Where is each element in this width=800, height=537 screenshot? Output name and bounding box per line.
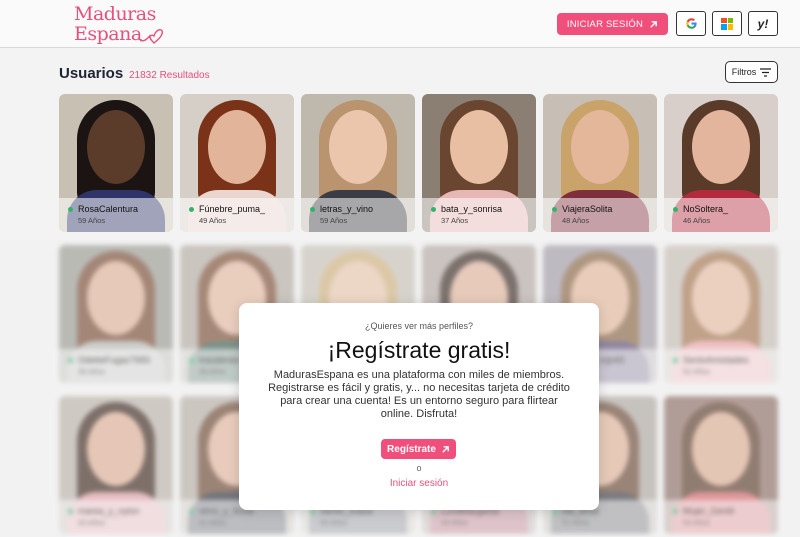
user-card[interactable]: Fúnebre_puma_ 49 Años — [180, 94, 294, 232]
online-dot-icon — [189, 206, 194, 212]
user-name: bata_y_sonrisa — [441, 204, 503, 214]
register-button[interactable]: Regístrate — [381, 439, 456, 459]
online-dot-icon — [552, 206, 557, 212]
user-age: 49 Años — [199, 216, 227, 225]
google-icon — [685, 18, 697, 29]
register-label: Regístrate — [387, 443, 436, 455]
login-label: INICIAR SESIÓN — [566, 18, 644, 30]
arrow-up-right-icon — [442, 445, 449, 453]
user-age: 59 Años — [78, 216, 106, 225]
user-name-row: ViajeraSolita — [552, 204, 657, 214]
page-title: Usuarios — [59, 65, 124, 82]
photo-face — [692, 110, 750, 184]
user-info: ViajeraSolita 48 Años — [543, 198, 657, 232]
filter-icon — [760, 67, 772, 77]
user-name-row: RosaCalentura — [68, 204, 173, 214]
user-name: NoSoltera_ — [683, 204, 729, 214]
user-info: letras_y_vino 59 Años — [301, 198, 415, 232]
heart-icon — [139, 29, 164, 44]
user-card[interactable]: ViajeraSolita 48 Años — [543, 94, 657, 232]
modal-question: ¿Quieres ver más perfiles? — [364, 321, 474, 331]
modal-description: MadurasEspana es una plataforma con mile… — [268, 369, 570, 420]
logo-line-2: Espana — [74, 23, 142, 45]
user-info: RosaCalentura 59 Años — [59, 198, 173, 232]
yahoo-login-button[interactable]: y! — [748, 11, 778, 36]
yahoo-icon: y! — [757, 16, 769, 31]
user-info: Fúnebre_puma_ 49 Años — [180, 198, 294, 232]
user-card[interactable]: NoSoltera_ 46 Años — [664, 94, 778, 232]
user-name-row: Fúnebre_puma_ — [189, 204, 294, 214]
photo-face — [329, 110, 387, 184]
user-name-row: letras_y_vino — [310, 204, 415, 214]
user-card[interactable]: RosaCalentura 59 Años — [59, 94, 173, 232]
modal-headline: ¡Regístrate gratis! — [327, 337, 511, 363]
user-age: 59 Años — [320, 216, 348, 225]
user-name-row: bata_y_sonrisa — [431, 204, 536, 214]
photo-face — [571, 110, 629, 184]
user-card[interactable]: bata_y_sonrisa 37 Años — [422, 94, 536, 232]
arrow-up-right-icon — [650, 20, 658, 28]
photo-face — [208, 110, 266, 184]
photo-face — [450, 110, 508, 184]
online-dot-icon — [310, 206, 315, 212]
user-name: letras_y_vino — [320, 204, 374, 214]
or-separator: o — [416, 463, 422, 473]
register-modal: ¿Quieres ver más perfiles? ¡Regístrate g… — [239, 303, 599, 510]
user-card[interactable]: letras_y_vino 59 Años — [301, 94, 415, 232]
results-count: 21832 Resultados — [129, 70, 210, 81]
photo-face — [87, 110, 145, 184]
filters-label: Filtros — [731, 67, 757, 77]
user-info: NoSoltera_ 46 Años — [664, 198, 778, 232]
site-logo[interactable]: Maduras Espana — [74, 4, 174, 46]
user-name: Fúnebre_puma_ — [199, 204, 266, 214]
user-name: ViajeraSolita — [562, 204, 613, 214]
online-dot-icon — [68, 206, 73, 212]
microsoft-icon — [721, 17, 733, 30]
user-info: bata_y_sonrisa 37 Años — [422, 198, 536, 232]
google-login-button[interactable] — [676, 11, 706, 36]
online-dot-icon — [673, 206, 678, 212]
user-age: 46 Años — [683, 216, 711, 225]
user-name: RosaCalentura — [78, 204, 139, 214]
online-dot-icon — [431, 206, 436, 212]
top-header: Maduras Espana INICIAR SESIÓN y! — [0, 0, 800, 48]
login-button[interactable]: INICIAR SESIÓN — [557, 13, 668, 35]
user-age: 48 Años — [562, 216, 590, 225]
filters-button[interactable]: Filtros — [725, 61, 778, 83]
signin-link[interactable]: Iniciar sesión — [239, 478, 599, 489]
user-name-row: NoSoltera_ — [673, 204, 778, 214]
microsoft-login-button[interactable] — [712, 11, 742, 36]
user-age: 37 Años — [441, 216, 469, 225]
